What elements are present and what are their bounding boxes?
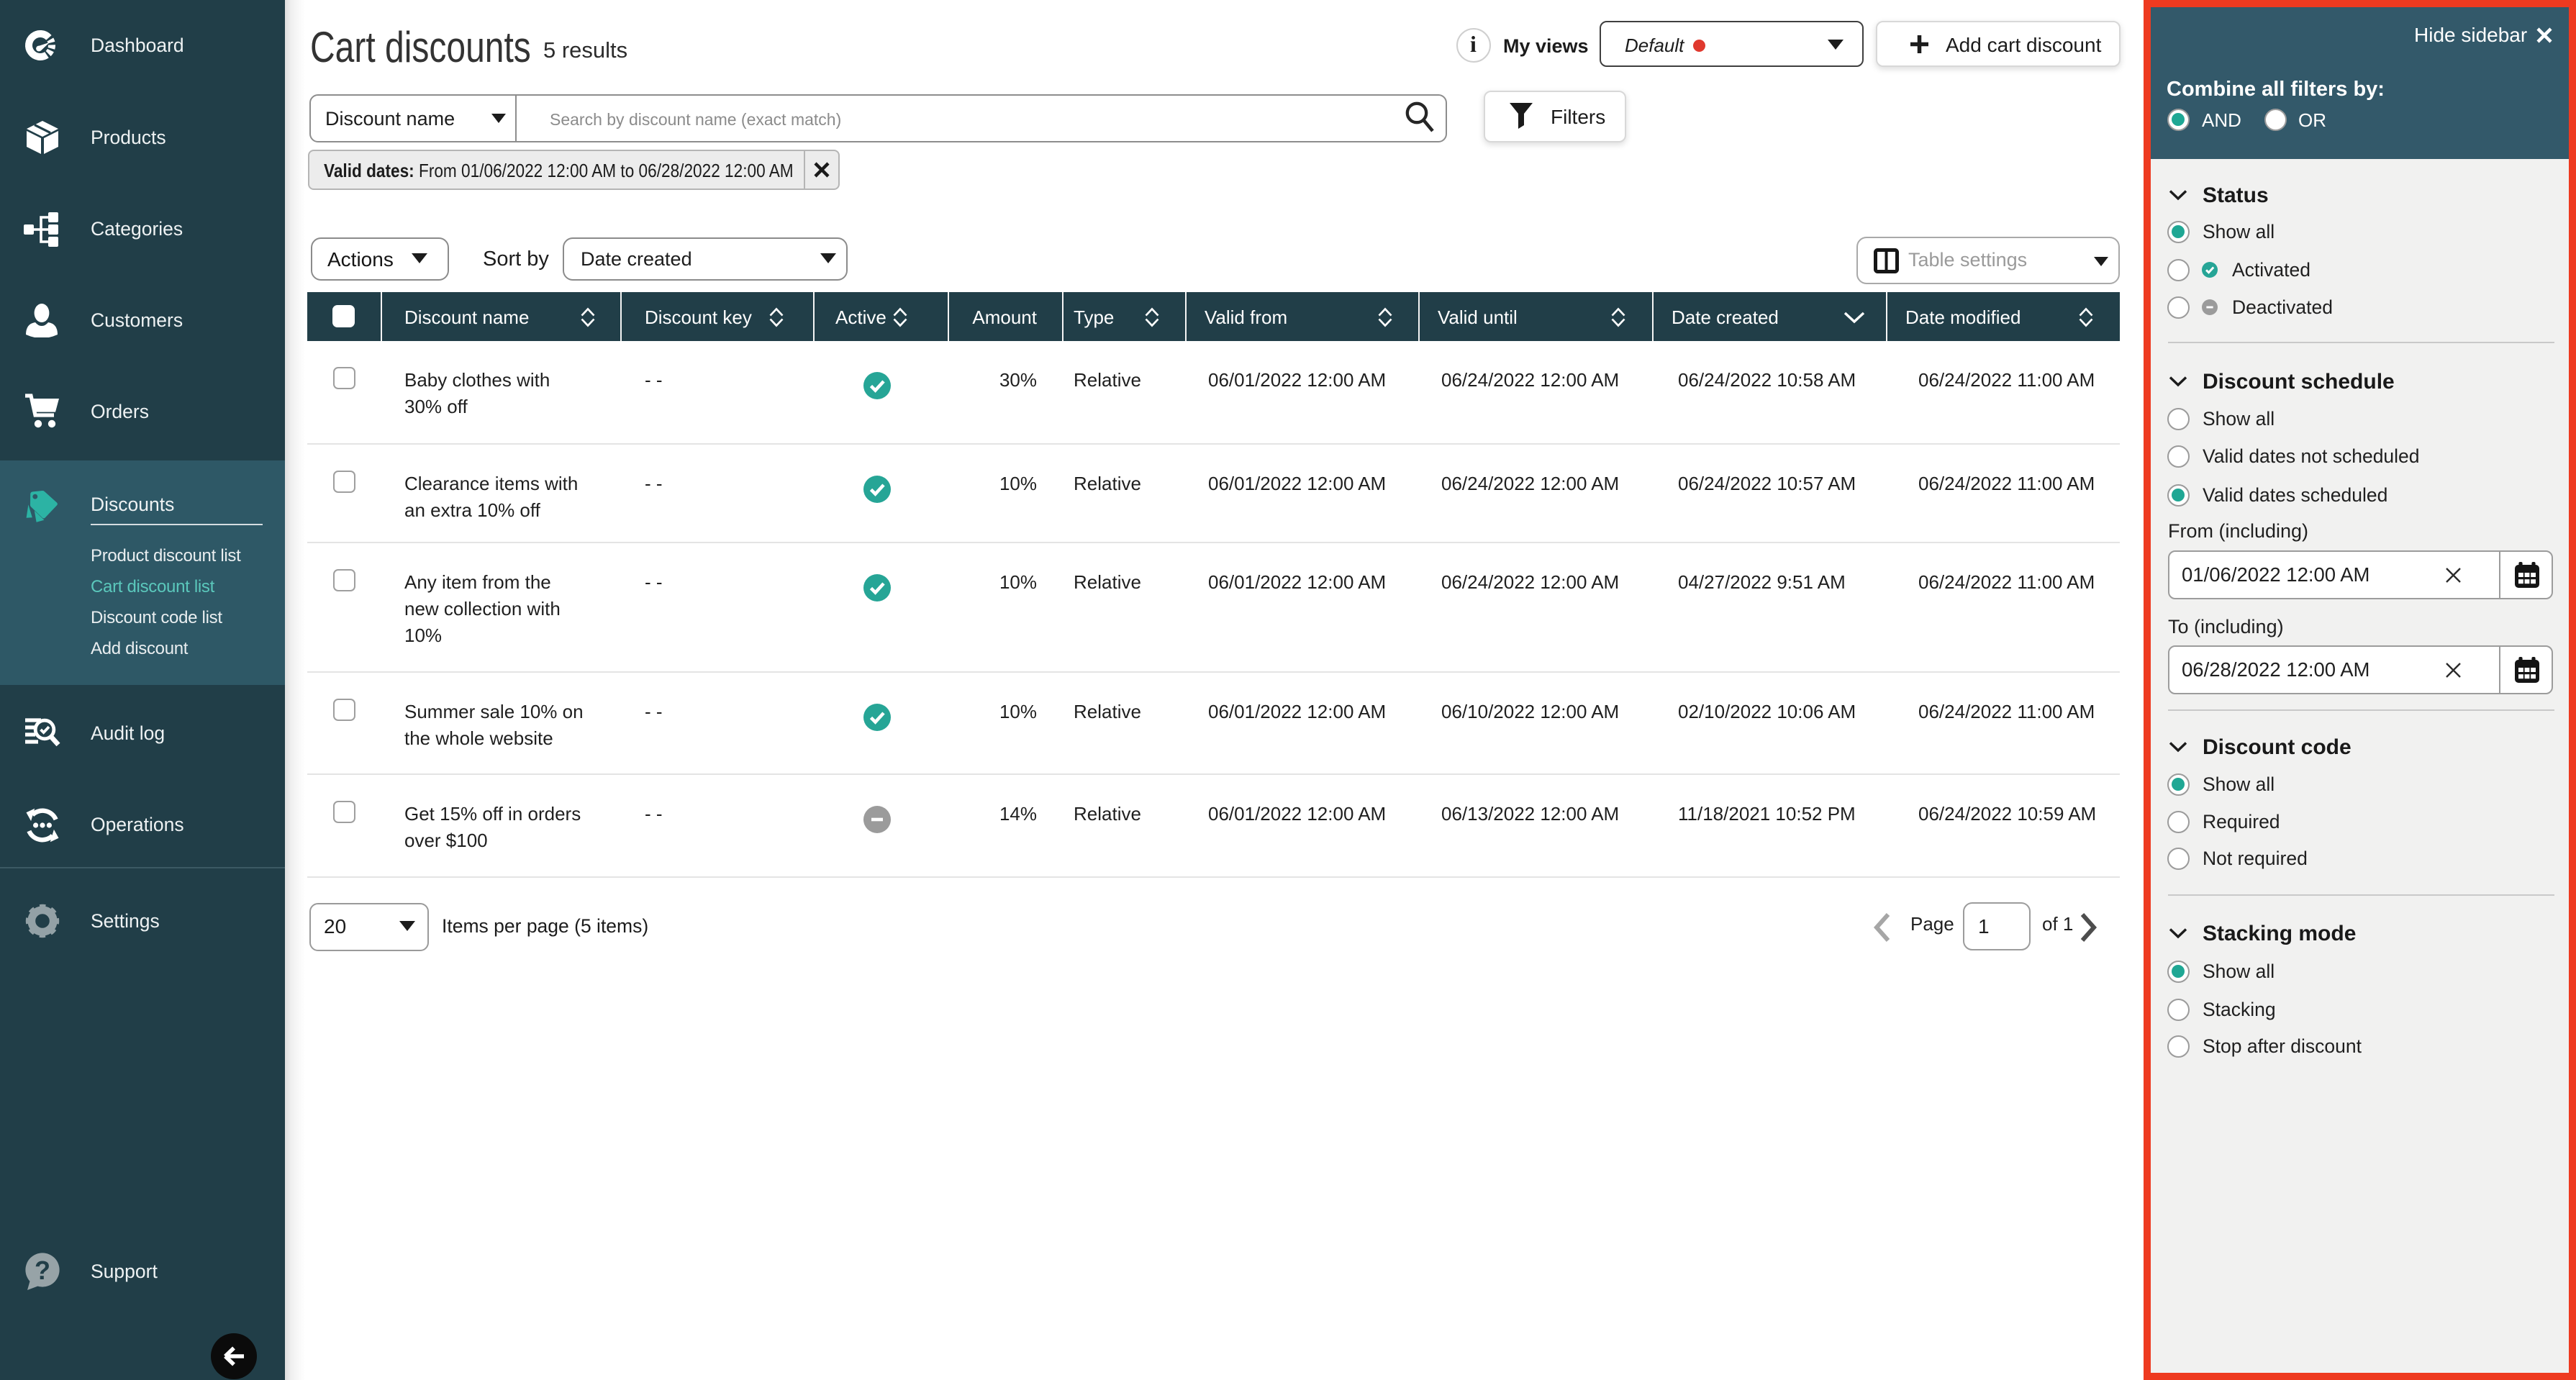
svg-text:?: ? [35, 1256, 50, 1285]
